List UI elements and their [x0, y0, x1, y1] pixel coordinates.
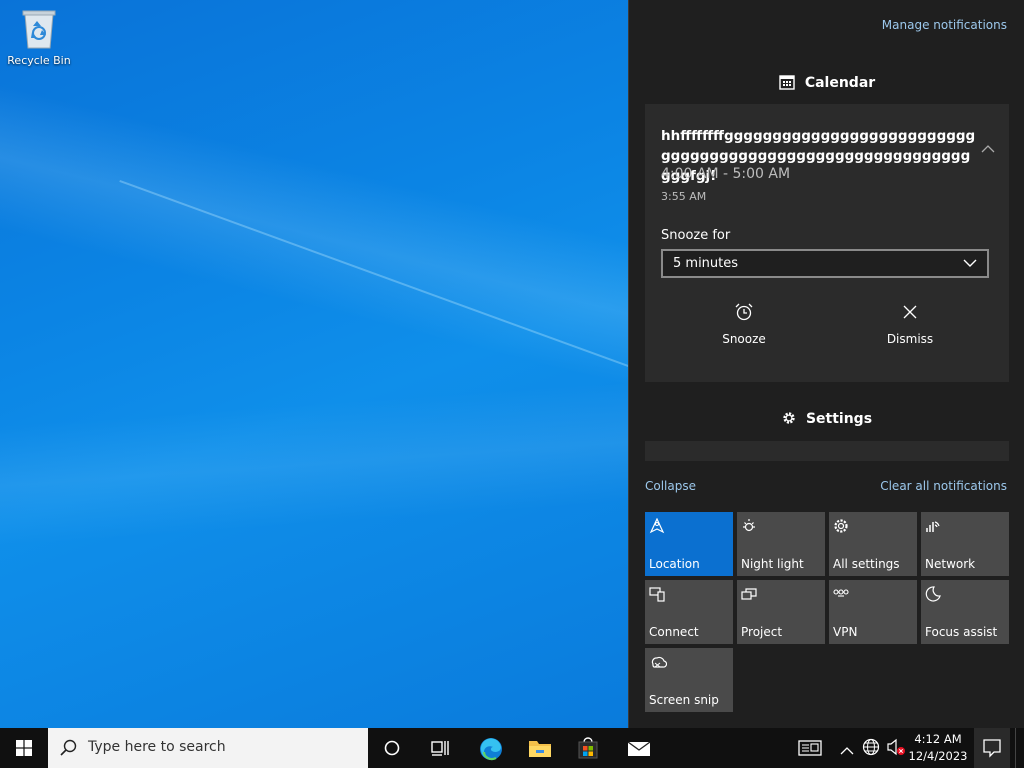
taskbar: Type here to search 4:12 AM 12/4/2023	[0, 728, 1024, 768]
alarm-clock-icon	[664, 302, 824, 324]
tile-label: VPN	[833, 625, 858, 639]
settings-notification[interactable]	[645, 441, 1009, 461]
taskbar-clock[interactable]: 4:12 AM 12/4/2023	[906, 731, 970, 765]
close-icon	[830, 302, 990, 324]
chevron-down-icon	[963, 259, 977, 267]
settings-header-label: Settings	[805, 411, 873, 427]
tile-label: All settings	[833, 557, 900, 571]
tile-vpn[interactable]: VPN	[829, 580, 917, 644]
tile-screen-snip[interactable]: Screen snip	[645, 648, 733, 712]
clock-date: 12/4/2023	[908, 749, 968, 763]
globe-network-icon[interactable]	[862, 738, 880, 760]
tile-night-light[interactable]: Night light	[737, 512, 825, 576]
gear-icon	[783, 412, 795, 424]
tile-project[interactable]: Project	[737, 580, 825, 644]
desktop[interactable]: Recycle Bin	[0, 0, 628, 728]
windows-logo-icon	[16, 740, 32, 756]
edge-browser-icon	[480, 738, 502, 761]
tile-connect[interactable]: Connect	[645, 580, 733, 644]
vpn-icon	[833, 586, 849, 606]
moon-icon	[925, 586, 941, 606]
search-placeholder: Type here to search	[88, 739, 226, 755]
recycle-bin-label: Recycle Bin	[7, 54, 71, 67]
screen-snip-icon	[649, 654, 668, 674]
tile-network[interactable]: Network	[921, 512, 1009, 576]
news-interests-icon[interactable]	[798, 738, 822, 762]
start-button[interactable]	[0, 728, 48, 768]
file-explorer-taskbar-button[interactable]	[515, 728, 563, 768]
action-center-button[interactable]	[974, 728, 1010, 768]
tile-label: Focus assist	[925, 625, 998, 639]
action-center: Manage notifications Calendar hhffffffff…	[628, 0, 1024, 728]
mail-envelope-icon	[627, 741, 651, 756]
show-hidden-icons-chevron-icon[interactable]	[840, 741, 854, 760]
wallpaper-light-beam	[0, 376, 628, 550]
clock-time: 4:12 AM	[914, 732, 962, 746]
calendar-notification[interactable]: hhffffffffgggggggggggggggggggggggggggggg…	[645, 104, 1009, 382]
calendar-group-header[interactable]: Calendar	[629, 74, 1024, 91]
cortana-circle-icon	[384, 740, 400, 756]
snooze-duration-value: 5 minutes	[673, 256, 739, 271]
cortana-button[interactable]	[368, 728, 416, 768]
settings-group-header[interactable]: Settings	[629, 411, 1024, 427]
tile-label: Night light	[741, 557, 804, 571]
snooze-button[interactable]: Snooze	[664, 302, 824, 346]
clear-all-notifications-link[interactable]: Clear all notifications	[880, 479, 1007, 493]
tile-all-settings[interactable]: All settings	[829, 512, 917, 576]
tile-label: Location	[649, 557, 700, 571]
tile-label: Project	[741, 625, 783, 639]
calendar-header-label: Calendar	[804, 75, 876, 91]
snooze-duration-select[interactable]: 5 minutes	[661, 249, 989, 278]
taskbar-search-box[interactable]: Type here to search	[48, 728, 368, 768]
wallpaper-light-beam	[0, 70, 628, 390]
manage-notifications-link[interactable]: Manage notifications	[882, 18, 1007, 32]
folder-icon	[529, 741, 551, 757]
task-view-icon	[431, 741, 449, 756]
show-desktop-button[interactable]	[1015, 728, 1024, 768]
edge-taskbar-button[interactable]	[466, 728, 514, 768]
store-bag-icon	[578, 737, 598, 759]
recycle-bin-shortcut[interactable]: Recycle Bin	[4, 6, 74, 67]
tile-label: Screen snip	[649, 693, 719, 707]
snooze-for-label: Snooze for	[661, 228, 731, 243]
mail-taskbar-button[interactable]	[614, 728, 662, 768]
chevron-up-icon[interactable]	[981, 138, 995, 157]
project-icon	[741, 586, 757, 606]
night-light-icon	[741, 518, 757, 538]
network-icon	[925, 518, 941, 538]
location-icon	[649, 517, 665, 538]
tile-location[interactable]: Location	[645, 512, 733, 576]
calendar-icon	[779, 75, 795, 90]
notification-timestamp: 3:55 AM	[661, 190, 707, 203]
dismiss-button[interactable]: Dismiss	[830, 302, 990, 346]
tile-label: Connect	[649, 625, 699, 639]
task-view-button[interactable]	[416, 728, 464, 768]
dismiss-button-label: Dismiss	[886, 332, 934, 346]
store-taskbar-button[interactable]	[564, 728, 612, 768]
gear-icon	[833, 518, 849, 538]
notification-bubble-icon	[983, 739, 1001, 758]
tile-focus-assist[interactable]: Focus assist	[921, 580, 1009, 644]
search-icon	[60, 739, 77, 756]
connect-icon	[649, 586, 665, 606]
volume-muted-icon[interactable]	[886, 738, 906, 760]
tile-label: Network	[925, 557, 976, 571]
collapse-link[interactable]: Collapse	[645, 479, 696, 493]
recycle-bin-icon	[19, 6, 59, 50]
snooze-button-label: Snooze	[722, 332, 766, 346]
notification-time-range: 4:00 AM - 5:00 AM	[661, 166, 791, 182]
